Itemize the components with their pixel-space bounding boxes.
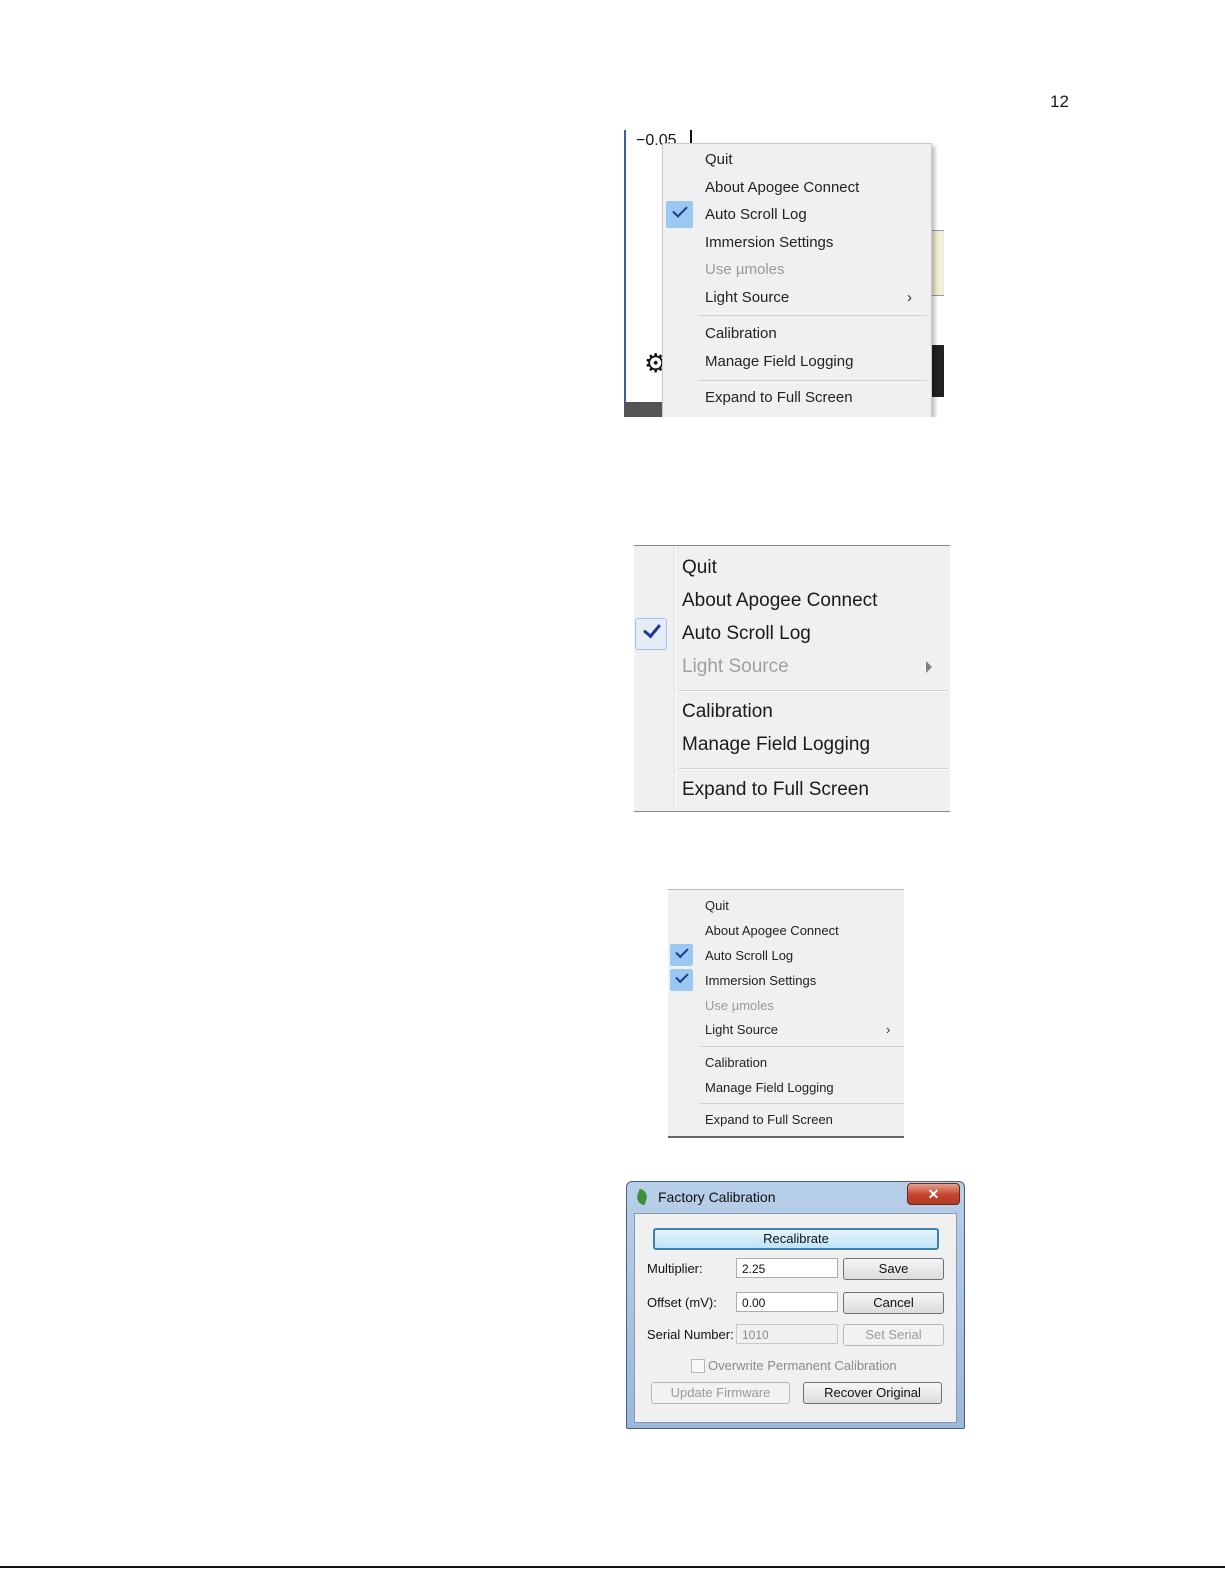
chart-axis-tick bbox=[690, 130, 692, 144]
serial-number-label: Serial Number: bbox=[647, 1327, 734, 1342]
menu-item-immersion-settings[interactable]: Immersion Settings bbox=[705, 973, 816, 988]
menu-item-calibration[interactable]: Calibration bbox=[705, 1055, 767, 1070]
close-button[interactable]: ✕ bbox=[907, 1183, 960, 1205]
multiplier-field[interactable]: 2.25 bbox=[736, 1258, 838, 1278]
menu-item-about[interactable]: About Apogee Connect bbox=[705, 179, 859, 196]
submenu-arrow-icon: › bbox=[886, 1022, 891, 1037]
dialog-title: Factory Calibration bbox=[658, 1189, 776, 1205]
checkmark-icon bbox=[670, 969, 693, 991]
menu-item-expand-full-screen[interactable]: Expand to Full Screen bbox=[705, 1112, 833, 1127]
context-menu-screenshot-2: Quit About Apogee Connect Auto Scroll Lo… bbox=[634, 545, 950, 812]
overwrite-checkbox-label: Overwrite Permanent Calibration bbox=[708, 1358, 897, 1373]
checkmark-icon bbox=[635, 618, 667, 650]
menu-item-use-umoles: Use µmoles bbox=[705, 261, 785, 278]
submenu-arrow-icon: › bbox=[907, 289, 912, 306]
factory-calibration-dialog: Factory Calibration ✕ Recalibrate Multip… bbox=[626, 1181, 965, 1429]
menu-item-quit[interactable]: Quit bbox=[705, 898, 729, 913]
menu-item-expand-full-screen[interactable]: Expand to Full Screen bbox=[705, 389, 853, 406]
menu-item-calibration[interactable]: Calibration bbox=[682, 701, 773, 723]
menu-separator bbox=[700, 1103, 904, 1104]
menu-item-manage-field-logging[interactable]: Manage Field Logging bbox=[705, 1080, 834, 1095]
checkmark-icon bbox=[670, 944, 693, 966]
offset-label: Offset (mV): bbox=[647, 1295, 717, 1310]
menu-item-about[interactable]: About Apogee Connect bbox=[682, 590, 877, 612]
cancel-button[interactable]: Cancel bbox=[843, 1292, 944, 1314]
page-number: 12 bbox=[1050, 92, 1069, 111]
menu-item-auto-scroll-log[interactable]: Auto Scroll Log bbox=[682, 623, 811, 645]
window-border bbox=[624, 130, 626, 417]
multiplier-label: Multiplier: bbox=[647, 1261, 703, 1276]
menu-separator bbox=[700, 1046, 904, 1047]
context-menu: Quit About Apogee Connect Auto Scroll Lo… bbox=[662, 143, 932, 417]
menu-item-expand-full-screen[interactable]: Expand to Full Screen bbox=[682, 779, 869, 801]
menu-item-auto-scroll-log[interactable]: Auto Scroll Log bbox=[705, 948, 793, 963]
overwrite-checkbox bbox=[691, 1359, 705, 1373]
background-panel-fragment bbox=[930, 230, 944, 296]
serial-number-field: 1010 bbox=[736, 1324, 838, 1344]
menu-gutter bbox=[674, 546, 676, 811]
menu-separator bbox=[678, 690, 948, 692]
set-serial-button: Set Serial bbox=[843, 1324, 944, 1346]
offset-field[interactable]: 0.00 bbox=[736, 1292, 838, 1312]
page-footer-rule bbox=[0, 1566, 1225, 1568]
menu-separator bbox=[699, 380, 927, 381]
context-menu-screenshot-1: −0.05 ⚙ Quit About Apogee Connect Auto S… bbox=[624, 130, 944, 417]
menu-item-about[interactable]: About Apogee Connect bbox=[705, 923, 839, 938]
dialog-body: Recalibrate Multiplier: 2.25 Save Offset… bbox=[634, 1213, 957, 1423]
recover-original-button[interactable]: Recover Original bbox=[803, 1382, 942, 1404]
menu-item-quit[interactable]: Quit bbox=[705, 151, 733, 168]
menu-item-quit[interactable]: Quit bbox=[682, 557, 717, 579]
menu-item-immersion-settings[interactable]: Immersion Settings bbox=[705, 234, 833, 251]
status-bar-fragment bbox=[624, 402, 664, 417]
menu-item-manage-field-logging[interactable]: Manage Field Logging bbox=[705, 353, 853, 370]
menu-item-use-umoles: Use µmoles bbox=[705, 998, 774, 1013]
recalibrate-button[interactable]: Recalibrate bbox=[653, 1228, 939, 1250]
menu-item-light-source: Light Source bbox=[682, 656, 789, 677]
menu-separator bbox=[678, 768, 948, 770]
menu-item-auto-scroll-log[interactable]: Auto Scroll Log bbox=[705, 206, 807, 223]
context-menu-screenshot-3: Quit About Apogee Connect Auto Scroll Lo… bbox=[668, 889, 904, 1138]
menu-separator bbox=[699, 315, 927, 316]
update-firmware-button: Update Firmware bbox=[651, 1382, 790, 1404]
checkmark-icon bbox=[666, 201, 693, 228]
menu-item-manage-field-logging[interactable]: Manage Field Logging bbox=[682, 734, 870, 756]
save-button[interactable]: Save bbox=[843, 1258, 944, 1280]
leaf-icon bbox=[634, 1188, 650, 1206]
menu-item-light-source[interactable]: Light Source bbox=[705, 289, 789, 306]
background-text-fragment bbox=[932, 345, 944, 397]
menu-item-light-source[interactable]: Light Source bbox=[705, 1022, 778, 1037]
submenu-arrow-icon bbox=[926, 661, 932, 673]
menu-item-calibration[interactable]: Calibration bbox=[705, 325, 777, 342]
